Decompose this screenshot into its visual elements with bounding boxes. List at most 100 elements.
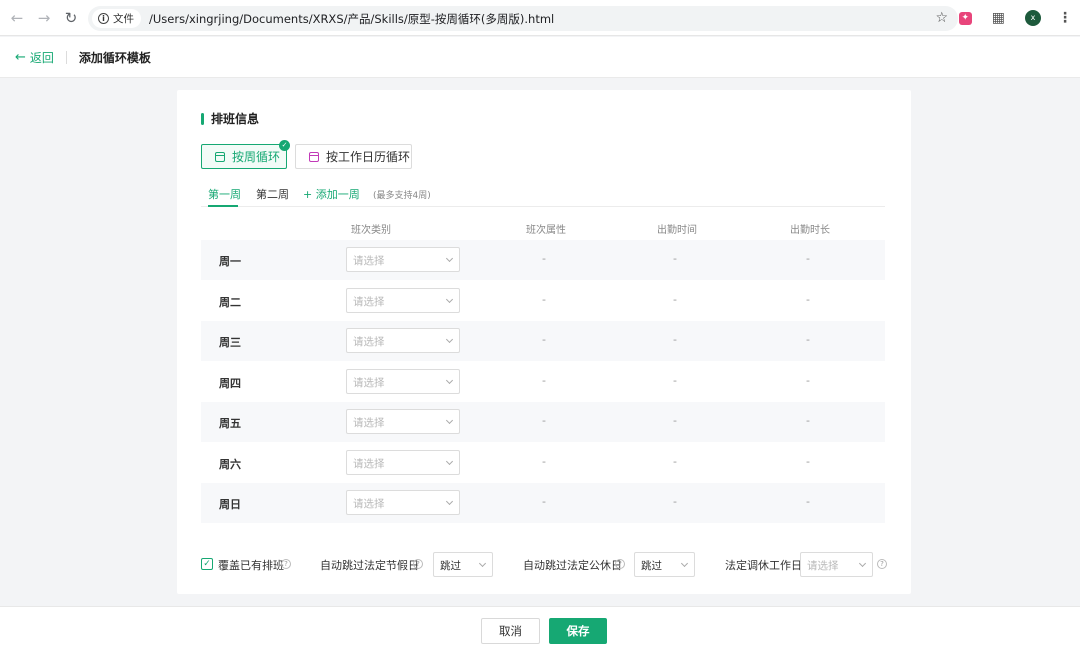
shift-type-select[interactable]: 请选择 <box>346 247 460 272</box>
shift-attribute-value: - <box>542 293 546 306</box>
shift-type-select[interactable]: 请选择 <box>346 288 460 313</box>
url-text[interactable]: /Users/xingrjing/Documents/XRXS/产品/Skill… <box>149 11 554 27</box>
shift-attribute-value: - <box>542 414 546 427</box>
attendance-duration-value: - <box>806 495 810 508</box>
column-header: 班次属性 <box>526 225 566 236</box>
bookmark-star-icon[interactable]: ☆ <box>935 10 948 26</box>
reload-icon[interactable]: ↻ <box>58 5 84 31</box>
week-limit-hint: (最多支持4周) <box>373 191 431 201</box>
save-button[interactable]: 保存 <box>549 618 607 644</box>
header-divider <box>65 50 67 64</box>
address-bar[interactable]: i 文件 /Users/xingrjing/Documents/XRXS/产品/… <box>88 6 958 31</box>
attendance-time-value: - <box>673 414 677 427</box>
day-label: 周一 <box>219 255 241 268</box>
select-placeholder: 请选择 <box>353 336 385 348</box>
chevron-down-icon <box>445 497 454 506</box>
column-header: 出勤时间 <box>657 225 697 236</box>
shift-attribute-value: - <box>542 252 546 265</box>
day-label: 周五 <box>219 417 241 430</box>
calendar-icon <box>215 151 225 162</box>
select-placeholder: 请选择 <box>353 255 385 267</box>
shift-type-select[interactable]: 请选择 <box>346 450 460 475</box>
select-value: 跳过 <box>641 560 662 572</box>
schedule-card: 排班信息 按周循环 ✓ 按工作日历循环 第一周 第二周 + 添加一周 (最多支持… <box>177 90 911 594</box>
section-title: 排班信息 <box>201 110 259 127</box>
tab-week-1[interactable]: 第一周 <box>208 186 241 202</box>
day-label: 周三 <box>219 336 241 349</box>
shift-attribute-value: - <box>542 495 546 508</box>
section-title-text: 排班信息 <box>211 112 260 126</box>
mode-label: 按周循环 <box>232 150 281 164</box>
tab-week-2[interactable]: 第二周 <box>256 186 289 202</box>
back-arrow-icon[interactable]: ← <box>4 5 30 31</box>
skip-holiday-label: 自动跳过法定节假日 <box>320 559 419 572</box>
chevron-down-icon <box>445 254 454 263</box>
attendance-duration-value: - <box>806 293 810 306</box>
help-icon[interactable]: ? <box>615 559 625 569</box>
column-header: 出勤时长 <box>790 225 830 236</box>
table-row: 周一 请选择 - - - <box>201 240 885 280</box>
section-accent-bar <box>201 112 204 125</box>
selected-check-icon: ✓ <box>279 140 290 151</box>
add-week-button[interactable]: + 添加一周 <box>303 186 360 202</box>
attendance-duration-value: - <box>806 414 810 427</box>
attendance-time-value: - <box>673 293 677 306</box>
adjust-workday-select[interactable]: 请选择 <box>800 552 873 577</box>
attendance-time-value: - <box>673 495 677 508</box>
cancel-button[interactable]: 取消 <box>481 618 540 644</box>
extensions-puzzle-icon[interactable]: ▦ <box>992 10 1005 26</box>
day-label: 周四 <box>219 377 241 390</box>
chevron-down-icon <box>445 295 454 304</box>
schedule-options: ✓ 覆盖已有排班 ? 自动跳过法定节假日 ? 跳过 自动跳过法定公休日 ? 跳过… <box>201 552 887 577</box>
table-header: 班次类别 班次属性 出勤时间 出勤时长 <box>201 218 885 240</box>
shift-attribute-value: - <box>542 333 546 346</box>
mode-workday-calendar-cycle[interactable]: 按工作日历循环 <box>295 144 412 169</box>
overwrite-label: 覆盖已有排班 <box>218 559 284 572</box>
site-info-chip[interactable]: i 文件 <box>92 9 141 28</box>
page-title: 添加循环模板 <box>78 50 151 65</box>
chevron-down-icon <box>858 559 867 568</box>
help-icon[interactable]: ? <box>877 559 887 569</box>
attendance-duration-value: - <box>806 333 810 346</box>
table-row: 周三 请选择 - - - <box>201 321 885 361</box>
overwrite-checkbox[interactable]: ✓ <box>201 558 213 570</box>
chevron-down-icon <box>445 457 454 466</box>
forward-arrow-icon[interactable]: → <box>31 5 57 31</box>
skip-holiday-select[interactable]: 跳过 <box>433 552 493 577</box>
shift-type-select[interactable]: 请选择 <box>346 490 460 515</box>
shift-attribute-value: - <box>542 374 546 387</box>
skip-rest-select[interactable]: 跳过 <box>634 552 695 577</box>
attendance-time-value: - <box>673 455 677 468</box>
select-placeholder: 请选择 <box>353 417 385 429</box>
chevron-down-icon <box>445 376 454 385</box>
attendance-duration-value: - <box>806 374 810 387</box>
mode-weekly-cycle[interactable]: 按周循环 ✓ <box>201 140 290 169</box>
attendance-duration-value: - <box>806 252 810 265</box>
mode-label: 按工作日历循环 <box>326 150 411 164</box>
help-icon[interactable]: ? <box>413 559 423 569</box>
column-header: 班次类别 <box>351 225 391 236</box>
attendance-duration-value: - <box>806 455 810 468</box>
profile-avatar[interactable]: x <box>1025 10 1041 26</box>
extension-icon[interactable]: ✦ <box>958 11 972 25</box>
calendar-icon <box>309 151 319 162</box>
info-icon: i <box>98 13 109 24</box>
shift-type-select[interactable]: 请选择 <box>346 369 460 394</box>
attendance-time-value: - <box>673 374 677 387</box>
menu-kebab-icon[interactable]: ⋮ <box>1058 10 1072 26</box>
help-icon[interactable]: ? <box>281 559 291 569</box>
select-placeholder: 请选择 <box>353 296 385 308</box>
shift-type-select[interactable]: 请选择 <box>346 328 460 353</box>
attendance-time-value: - <box>673 333 677 346</box>
attendance-time-value: - <box>673 252 677 265</box>
select-placeholder: 请选择 <box>353 377 385 389</box>
shift-type-select[interactable]: 请选择 <box>346 409 460 434</box>
shift-attribute-value: - <box>542 455 546 468</box>
select-placeholder: 请选择 <box>807 560 839 572</box>
back-label: 返回 <box>29 50 54 65</box>
chevron-down-icon <box>445 416 454 425</box>
back-link[interactable]: ← 返回 <box>15 49 54 66</box>
active-tab-underline <box>208 205 238 207</box>
file-chip-label: 文件 <box>113 13 134 25</box>
day-label: 周六 <box>219 458 241 471</box>
